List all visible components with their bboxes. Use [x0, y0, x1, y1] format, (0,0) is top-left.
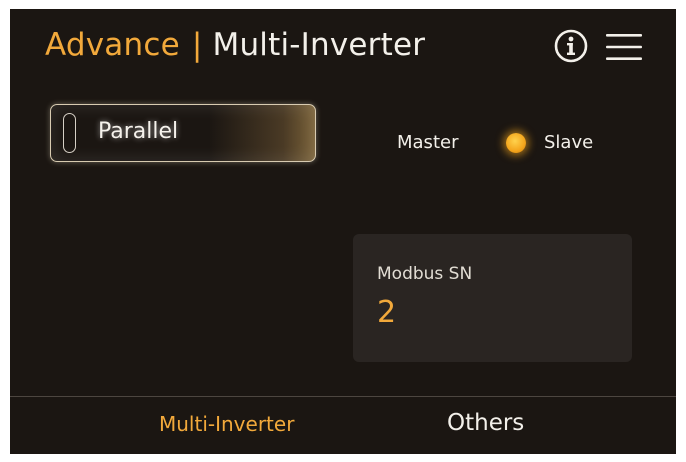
modbus-sn-card[interactable]: Modbus SN 2 — [353, 234, 632, 362]
hamburger-menu-icon[interactable] — [606, 33, 642, 61]
page-name: Multi-Inverter — [212, 27, 426, 63]
title-separator: | — [191, 27, 203, 63]
header: Advance | Multi-Inverter — [10, 9, 676, 81]
info-icon[interactable] — [554, 29, 588, 63]
tab-multi-inverter[interactable]: Multi-Inverter — [159, 410, 294, 438]
slave-radio-selected-icon[interactable] — [506, 133, 526, 153]
app-screen: Advance | Multi-Inverter Parallel Master S… — [10, 9, 676, 454]
bottom-tab-bar: Multi-Inverter Others — [10, 396, 676, 454]
slave-radio-label[interactable]: Slave — [544, 131, 593, 155]
modbus-sn-value: 2 — [377, 295, 397, 330]
parallel-mode-button[interactable]: Parallel — [50, 104, 316, 162]
tab-others[interactable]: Others — [447, 408, 524, 438]
section-title: Advance — [45, 27, 180, 63]
toggle-knob-icon — [63, 113, 76, 153]
page-title: Advance | Multi-Inverter — [45, 25, 425, 65]
modbus-sn-label: Modbus SN — [377, 264, 473, 284]
master-radio-label[interactable]: Master — [397, 131, 458, 155]
mode-label: Parallel — [98, 119, 179, 144]
